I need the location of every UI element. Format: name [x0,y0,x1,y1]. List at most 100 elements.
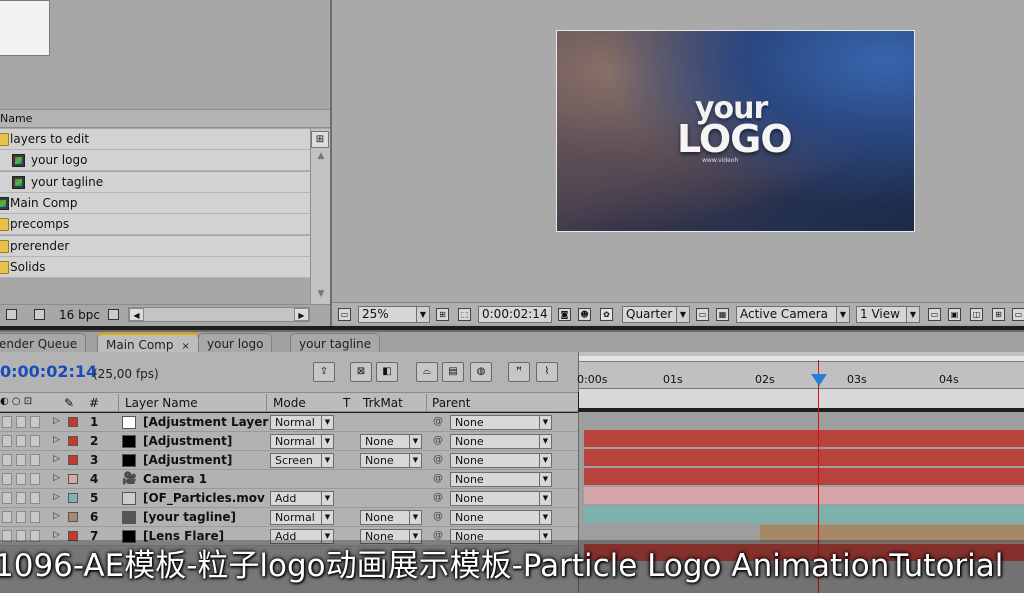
tab-your-tagline[interactable]: your tagline [290,333,381,353]
show-snapshot-icon[interactable]: ☻ [578,308,591,321]
label-color-chip[interactable] [68,512,78,522]
new-folder-icon[interactable] [6,309,17,320]
audio-switch[interactable] [16,454,26,466]
project-column-header[interactable]: Name [0,109,330,128]
blend-mode-dropdown[interactable]: Add ▼ [270,491,334,506]
parent-dropdown[interactable]: None ▼ [450,453,552,468]
draft-3d-icon[interactable]: ◧ [376,362,398,382]
label-color-chip[interactable] [68,493,78,503]
snapshot-icon[interactable]: ◙ [558,308,571,321]
lock-switch[interactable] [30,416,40,428]
resolution-dropdown[interactable]: Quarter [622,306,680,323]
audio-switch[interactable] [16,492,26,504]
flowchart-icon[interactable]: ⊞ [311,131,329,148]
region-of-interest-icon[interactable]: ⬚ [458,308,471,321]
always-preview-icon[interactable]: ▭ [338,308,351,321]
layer-duration-bar[interactable] [584,430,1024,447]
layer-row[interactable]: ▷ 2 [Adjustment] Normal ▼ None ▼ @ None ▼ [0,432,578,451]
project-item[interactable]: your logo [0,150,310,172]
composition-frame[interactable]: your LOGO www.videoh [556,30,915,232]
lock-switch[interactable] [30,454,40,466]
column-trkmat[interactable]: TrkMat [363,396,403,410]
close-icon[interactable]: × [182,341,190,352]
lock-switch[interactable] [30,492,40,504]
project-item[interactable]: precomps [0,214,310,236]
layer-row[interactable]: ▷ 4 🎥 Camera 1 @ None ▼ [0,470,578,489]
parent-pickwhip-icon[interactable]: @ [433,435,443,446]
project-item[interactable]: your tagline [0,171,310,193]
project-horizontal-scrollbar[interactable]: ◀ ▶ [128,307,310,322]
audio-switch[interactable] [16,473,26,485]
view-layout-dropdown[interactable]: 1 View [856,306,912,323]
column-mode[interactable]: Mode [273,396,306,410]
expand-triangle-icon[interactable]: ▷ [53,530,60,540]
scroll-right-icon[interactable]: ▶ [294,308,309,321]
view-layout-chevron-down-icon[interactable]: ▼ [906,306,920,323]
project-item[interactable]: prerender [0,235,310,257]
color-channels-icon[interactable]: ✿ [600,308,613,321]
lock-switch[interactable] [30,473,40,485]
current-time-display[interactable]: 0:00:02:14 [478,306,552,323]
parent-dropdown[interactable]: None ▼ [450,472,552,487]
layer-duration-bar[interactable] [584,468,1024,485]
expand-triangle-icon[interactable]: ▷ [53,435,60,445]
zoom-chevron-down-icon[interactable]: ▼ [416,306,430,323]
layer-row[interactable]: ▷ 6 [your tagline] Normal ▼ None ▼ @ None ▼ [0,508,578,527]
layer-row[interactable]: ▷ 1 [Adjustment Layer Normal ▼ @ None ▼ [0,413,578,432]
zoom-dropdown[interactable]: 25% [358,306,424,323]
column-layer-name[interactable]: Layer Name [125,396,198,410]
layer-row[interactable]: ▷ 3 [Adjustment] Screen ▼ None ▼ @ None ▼ [0,451,578,470]
time-navigator-bar[interactable] [579,356,1024,362]
graph-editor-icon[interactable]: ⌇ [536,362,558,382]
track-matte-dropdown[interactable]: None ▼ [360,434,422,449]
parent-dropdown[interactable]: None ▼ [450,415,552,430]
timeline-icon[interactable]: ◫ [970,308,983,321]
work-area-bar[interactable] [579,388,1024,408]
layer-duration-bar[interactable] [584,487,1024,504]
scroll-left-icon[interactable]: ◀ [129,308,144,321]
exposure-icon[interactable]: ▣ [948,308,961,321]
project-item[interactable]: Solids [0,256,310,278]
brainstorm-icon[interactable]: ꟸ [508,362,530,382]
parent-pickwhip-icon[interactable]: @ [433,511,443,522]
layer-row[interactable]: ▷ 5 [OF_Particles.mov Add ▼ @ None ▼ [0,489,578,508]
audio-switch[interactable] [16,416,26,428]
resolution-chevron-down-icon[interactable]: ▼ [676,306,690,323]
expand-triangle-icon[interactable]: ▷ [53,454,60,464]
label-color-chip[interactable] [68,474,78,484]
expand-triangle-icon[interactable]: ▷ [53,416,60,426]
track-matte-dropdown[interactable]: None ▼ [360,510,422,525]
new-comp-icon[interactable] [34,309,45,320]
parent-dropdown[interactable]: None ▼ [450,491,552,506]
toggle-pixel-aspect-icon[interactable]: ▭ [928,308,941,321]
time-ruler[interactable]: 0:00s 01s 02s 03s 04s [577,352,1024,408]
label-color-chip[interactable] [68,436,78,446]
project-item[interactable]: layers to edit [0,129,310,150]
playhead-handle-icon[interactable] [811,374,827,386]
camera-view-dropdown[interactable]: Active Camera [736,306,846,323]
visibility-switch[interactable] [2,435,12,447]
layer-name[interactable]: [your tagline] [143,510,236,524]
parent-pickwhip-icon[interactable]: @ [433,454,443,465]
visibility-switch[interactable] [2,492,12,504]
label-color-chip[interactable] [68,455,78,465]
project-vertical-scrollbar[interactable]: ▲ ▼ [310,129,330,307]
fast-previews-icon[interactable]: ▭ [696,308,709,321]
parent-pickwhip-icon[interactable]: @ [433,492,443,503]
parent-dropdown[interactable]: None ▼ [450,510,552,525]
grid-guides-icon[interactable]: ⊞ [436,308,449,321]
project-item[interactable]: Main Comp [0,192,310,214]
motion-blur-icon[interactable]: ◍ [470,362,492,382]
visibility-switch[interactable] [2,511,12,523]
label-color-chip[interactable] [68,417,78,427]
camera-chevron-down-icon[interactable]: ▼ [836,306,850,323]
blend-mode-dropdown[interactable]: Normal ▼ [270,510,334,525]
column-parent[interactable]: Parent [432,396,470,410]
blend-mode-dropdown[interactable]: Normal ▼ [270,434,334,449]
layer-duration-bar[interactable] [584,506,1024,523]
visibility-switch[interactable] [2,454,12,466]
tab-main-comp[interactable]: Main Comp × [97,333,199,353]
trash-icon[interactable] [108,309,119,320]
audio-switch[interactable] [16,511,26,523]
parent-dropdown[interactable]: None ▼ [450,434,552,449]
